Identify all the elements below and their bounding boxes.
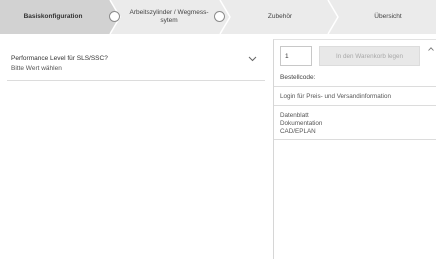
step-label-zubehoer: Zubehör xyxy=(267,13,293,20)
step-label-basiskonfiguration: Basiskonfiguration xyxy=(23,13,83,20)
configuration-stepper: Basiskonfiguration Arbeitszylinder / Weg… xyxy=(0,0,436,34)
step-uebersicht[interactable]: Übersicht xyxy=(340,0,436,34)
step-arbeitszylinder[interactable]: Arbeitszylinder / Wegmess- sytem xyxy=(125,0,213,34)
datasheet-link[interactable]: Datenblatt xyxy=(280,112,322,120)
step-indicator-circle xyxy=(109,11,120,22)
config-option-performance-level[interactable]: Performance Level für SLS/SSC? Bitte Wer… xyxy=(7,48,265,81)
document-links: Datenblatt Dokumentation CAD/EPLAN xyxy=(280,112,322,136)
step-label-arbeitszylinder: Arbeitszylinder / Wegmess- sytem xyxy=(129,9,209,24)
panel-divider xyxy=(274,139,436,140)
panel-divider xyxy=(274,105,436,106)
cad-eplan-link[interactable]: CAD/EPLAN xyxy=(280,128,322,136)
config-option-title: Performance Level für SLS/SSC? xyxy=(11,55,108,62)
step-zubehoer[interactable]: Zubehör xyxy=(232,0,328,34)
order-panel: In den Warenkorb legen Bestellcode: Logi… xyxy=(273,39,436,259)
step-indicator-circle xyxy=(214,11,225,22)
chevron-up-icon[interactable] xyxy=(428,47,434,51)
login-price-link[interactable]: Login für Preis- und Versandinformation xyxy=(280,93,391,100)
step-basiskonfiguration[interactable]: Basiskonfiguration xyxy=(0,0,106,34)
chevron-down-icon[interactable] xyxy=(248,56,257,62)
step-label-uebersicht: Übersicht xyxy=(374,13,402,20)
panel-divider xyxy=(274,86,436,87)
add-to-cart-button[interactable]: In den Warenkorb legen xyxy=(319,46,420,66)
order-code-label: Bestellcode: xyxy=(280,74,316,81)
config-option-value: Bitte Wert wählen xyxy=(11,65,62,72)
documentation-link[interactable]: Dokumentation xyxy=(280,120,322,128)
quantity-input[interactable] xyxy=(280,46,312,66)
add-to-cart-label: In den Warenkorb legen xyxy=(336,52,403,60)
